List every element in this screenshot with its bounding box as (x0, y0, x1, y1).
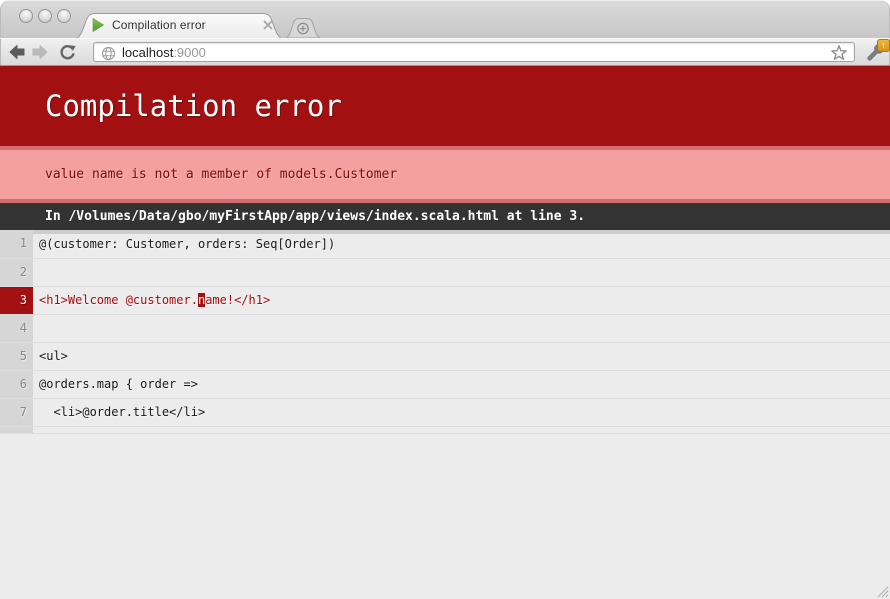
error-detail-message: value name is not a member of models.Cus… (0, 146, 890, 203)
code-listing: 1@(customer: Customer, orders: Seq[Order… (0, 230, 890, 427)
code-text: @(customer: Customer, orders: Seq[Order]… (33, 230, 890, 258)
code-line-2: 2 (0, 259, 890, 287)
bookmark-star-icon[interactable] (830, 44, 848, 62)
window-resize-grip[interactable] (876, 585, 889, 598)
code-text: <h1>Welcome @customer.name!</h1> (33, 287, 890, 314)
window-close-button[interactable] (19, 9, 33, 23)
globe-icon (101, 46, 116, 61)
error-file-location: In /Volumes/Data/gbo/myFirstApp/app/view… (0, 203, 890, 230)
code-text (33, 315, 890, 342)
line-number: 7 (0, 399, 33, 426)
url-port: :9000 (173, 45, 206, 60)
wrench-menu-button[interactable]: ↑ (864, 42, 888, 63)
tab-close-icon[interactable] (263, 20, 273, 30)
code-line-3: 3<h1>Welcome @customer.name!</h1> (0, 287, 890, 315)
line-number: 2 (0, 259, 33, 286)
gutter-stub (0, 427, 33, 433)
play-triangle-icon (92, 18, 104, 32)
code-line-4: 4 (0, 315, 890, 343)
window-minimize-button[interactable] (38, 9, 52, 23)
page-title: Compilation error (0, 66, 890, 146)
titlebar[interactable]: Compilation error (0, 0, 890, 38)
address-bar[interactable]: localhost:9000 (93, 42, 855, 62)
code-listing-tail (0, 427, 890, 434)
forward-button[interactable] (29, 43, 51, 61)
code-text: <ul> (33, 343, 890, 370)
code-line-7: 7 <li>@order.title</li> (0, 399, 890, 427)
browser-window: Compilation error (0, 0, 890, 599)
reload-icon (59, 44, 76, 61)
code-line-6: 6@orders.map { order => (0, 371, 890, 399)
error-page: Compilation error value name is not a me… (0, 66, 890, 599)
new-tab-button[interactable] (286, 18, 320, 38)
code-text: @orders.map { order => (33, 371, 890, 398)
line-number: 3 (0, 287, 33, 314)
back-arrow-icon (9, 44, 25, 60)
tab-title: Compilation error (112, 18, 206, 32)
code-line-5: 5<ul> (0, 343, 890, 371)
forward-arrow-icon (32, 44, 48, 60)
code-line-1: 1@(customer: Customer, orders: Seq[Order… (0, 230, 890, 259)
browser-toolbar: localhost:9000 ↑ (0, 38, 890, 66)
url-host: localhost (122, 45, 173, 60)
line-number: 5 (0, 343, 33, 370)
line-number: 6 (0, 371, 33, 398)
window-zoom-button[interactable] (57, 9, 71, 23)
back-button[interactable] (6, 43, 28, 61)
code-text (33, 259, 890, 286)
code-text: <li>@order.title</li> (33, 399, 890, 426)
url-text[interactable]: localhost:9000 (122, 45, 206, 60)
line-number: 4 (0, 315, 33, 342)
reload-button[interactable] (56, 43, 78, 61)
update-badge: ↑ (877, 39, 890, 52)
line-number: 1 (0, 230, 33, 258)
